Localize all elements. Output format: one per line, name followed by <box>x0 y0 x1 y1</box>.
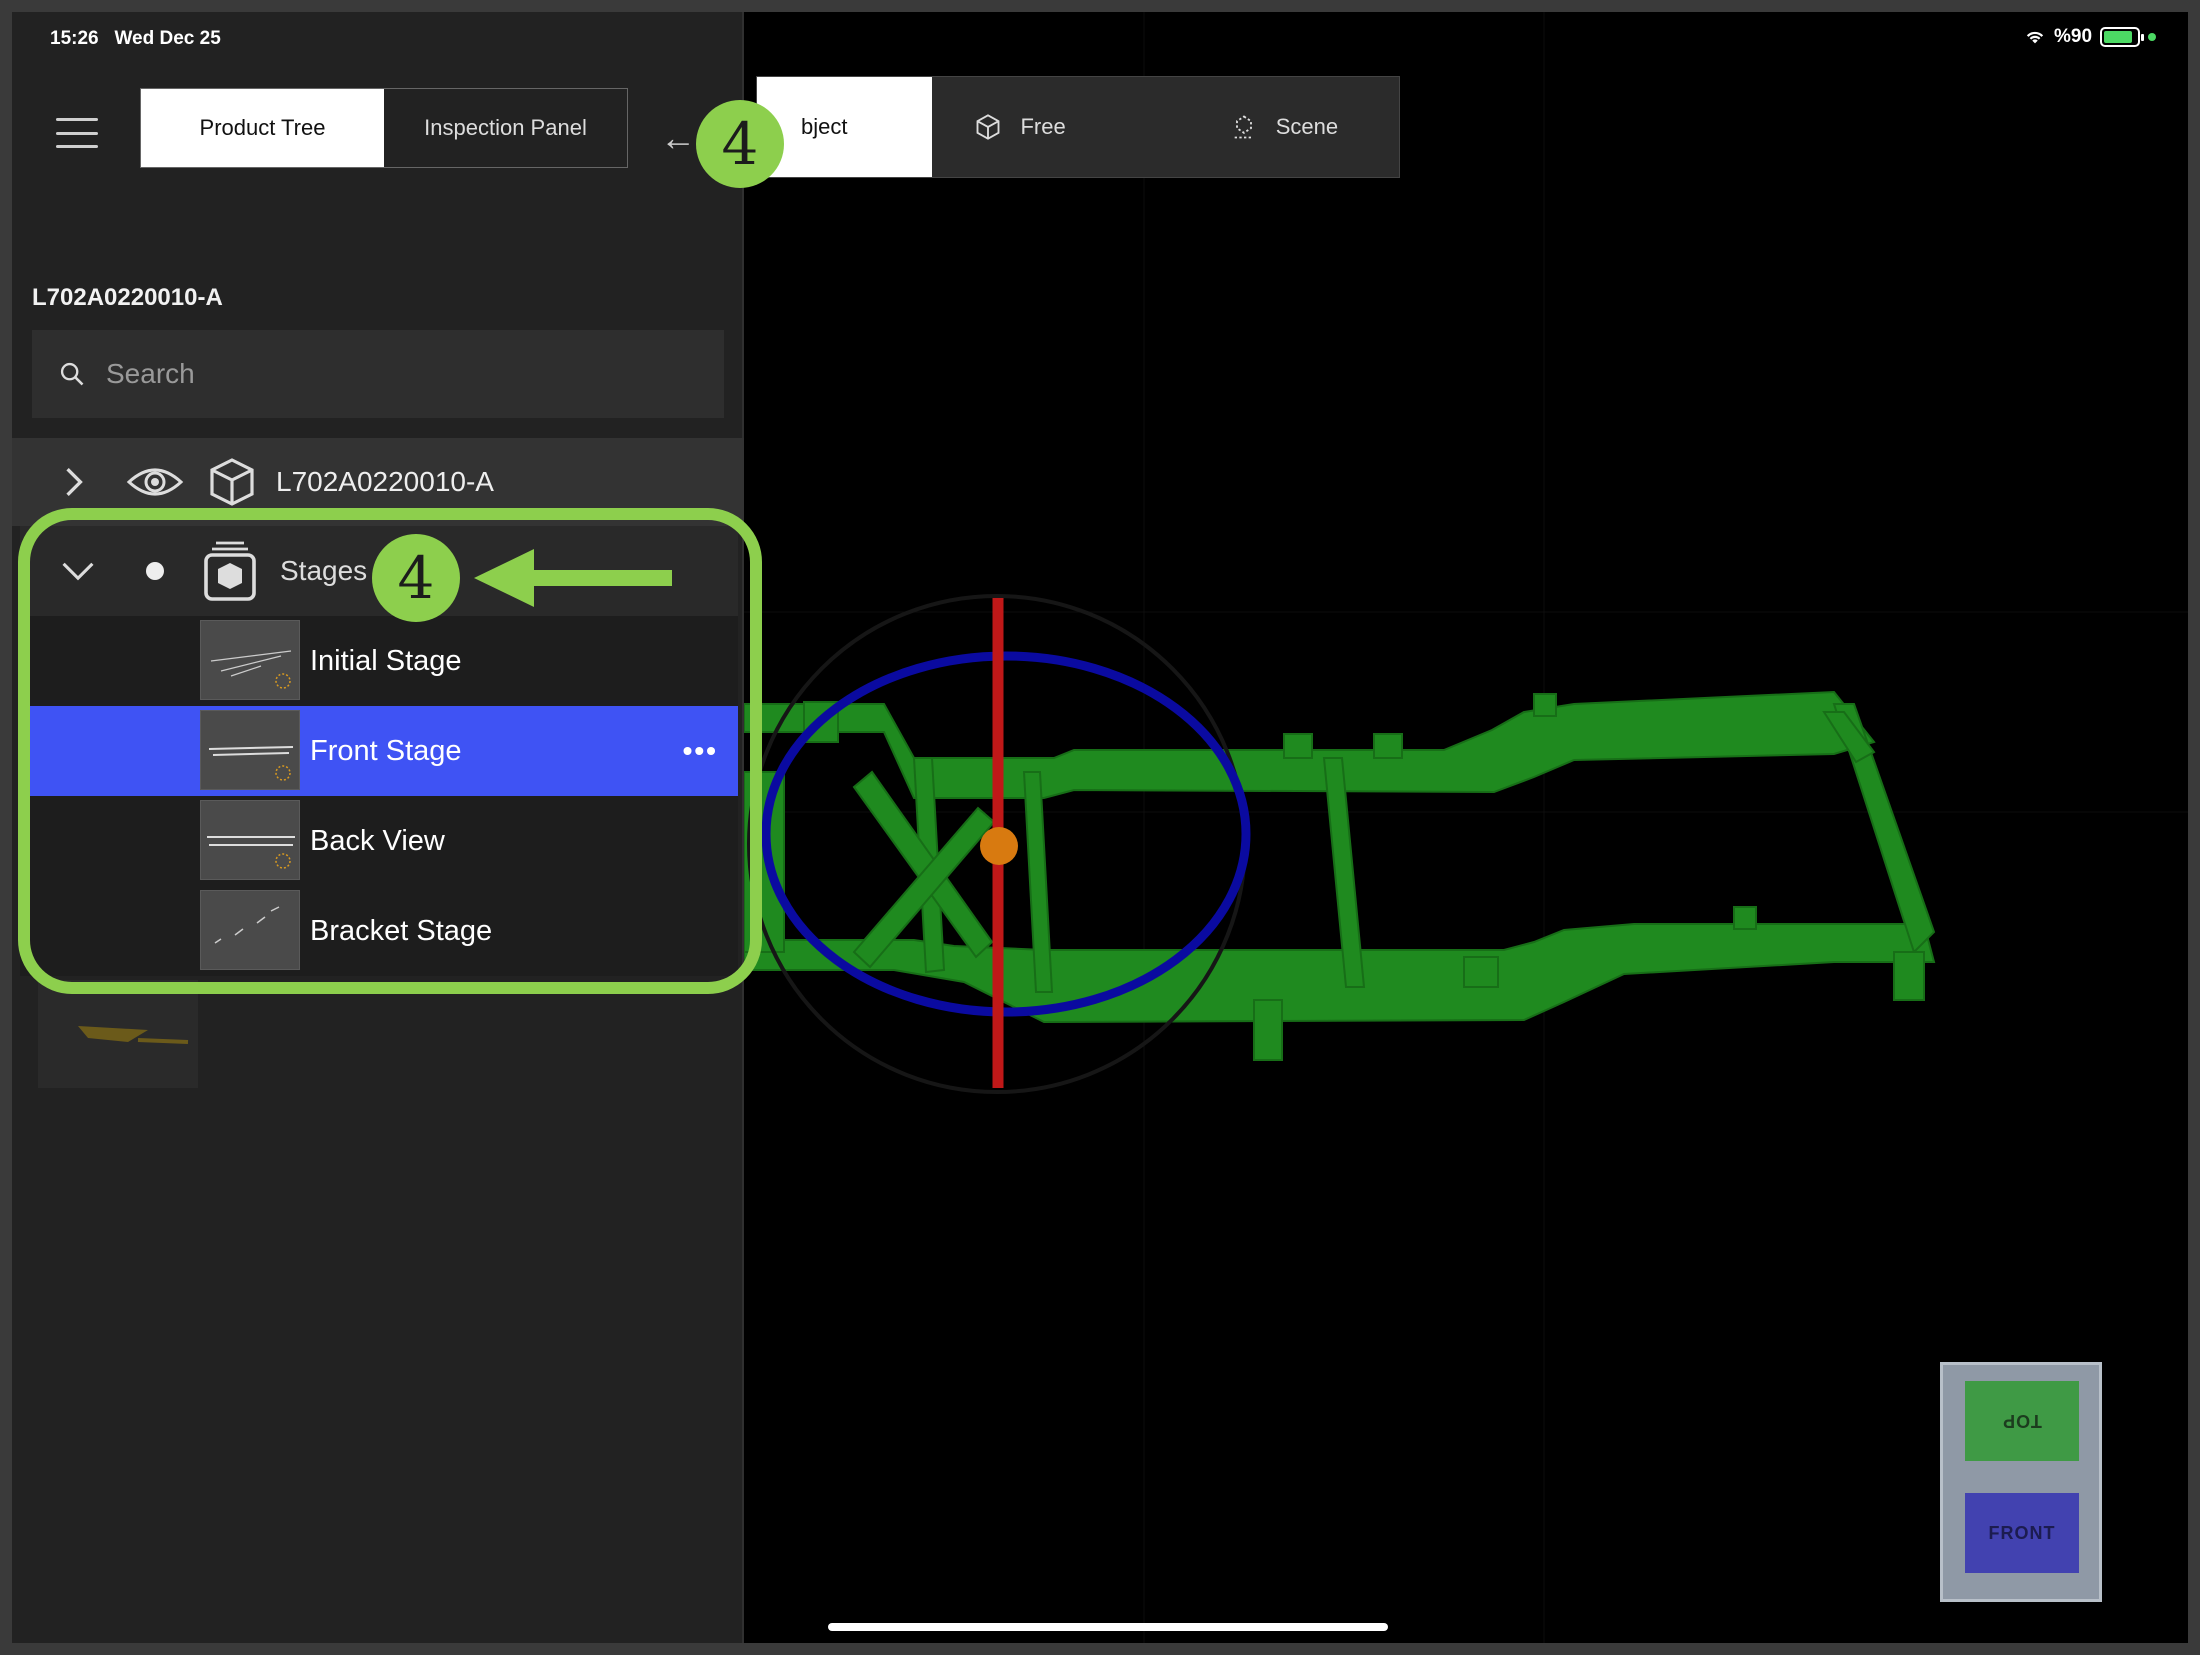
document-title: L702A0220010-A <box>32 284 223 311</box>
stage-item-front[interactable]: Front Stage ••• <box>20 706 738 796</box>
chevron-down-icon[interactable] <box>60 559 96 583</box>
mode-tab-free[interactable]: Free <box>932 77 1167 177</box>
more-options-icon[interactable]: ••• <box>683 735 718 767</box>
mode-tab-object[interactable]: bject <box>757 77 933 177</box>
status-bar-left: 15:26 Wed Dec 25 <box>50 28 221 50</box>
cube-icon <box>977 114 1000 140</box>
view-cube-front[interactable]: FRONT <box>1965 1493 2079 1573</box>
home-indicator <box>828 1623 1388 1631</box>
stage-thumbnail <box>200 800 300 880</box>
eye-icon[interactable] <box>126 462 184 502</box>
stage-label: Initial Stage <box>310 644 462 677</box>
screen: bject Free Scene TOP FRONT %90 15:26 Wed… <box>12 12 2188 1643</box>
stage-label: Bracket Stage <box>310 914 493 947</box>
view-cube-top[interactable]: TOP <box>1965 1381 2079 1461</box>
search-icon <box>60 362 84 386</box>
status-bar-right: %90 <box>2024 26 2157 48</box>
stages-icon <box>204 541 256 601</box>
gizmo-center-handle[interactable] <box>980 827 1018 865</box>
status-date: Wed Dec 25 <box>114 28 221 49</box>
faded-thumbnail <box>38 980 198 1088</box>
stages-label: Stages <box>280 555 368 586</box>
stage-item-initial[interactable]: Initial Stage <box>20 616 738 706</box>
device-frame: bject Free Scene TOP FRONT %90 15:26 Wed… <box>0 0 2200 1655</box>
arrow-left-icon[interactable]: ← <box>660 120 696 156</box>
stage-label: Front Stage <box>310 734 462 767</box>
annotation-step-badge: 4 <box>372 534 460 622</box>
tree-root-label: L702A0220010-A <box>276 466 494 497</box>
stage-item-back-view[interactable]: Back View <box>20 796 738 886</box>
panel-switcher: Product Tree Inspection Panel <box>140 88 628 168</box>
tab-product-tree[interactable]: Product Tree <box>141 89 384 167</box>
camera-indicator-dot <box>2148 33 2157 41</box>
view-mode-bar: bject Free Scene <box>756 76 1400 178</box>
stage-label: Back View <box>310 824 445 857</box>
annotation-arrow-icon <box>474 549 672 607</box>
stage-thumbnail <box>200 890 300 970</box>
mode-tab-scene[interactable]: Scene <box>1168 77 1399 177</box>
mode-free-label: Free <box>1020 114 1066 139</box>
tab-inspection-panel[interactable]: Inspection Panel <box>384 89 627 167</box>
chevron-right-icon[interactable] <box>60 464 88 500</box>
stage-thumbnail <box>200 620 300 700</box>
view-cube[interactable]: TOP FRONT <box>1940 1362 2102 1602</box>
cube-icon <box>210 458 254 506</box>
hamburger-menu-icon[interactable] <box>56 118 98 148</box>
battery-percent: %90 <box>2054 26 2093 47</box>
status-time: 15:26 <box>50 28 99 49</box>
visibility-dot-icon[interactable] <box>146 562 164 580</box>
search-bar[interactable] <box>32 330 724 418</box>
battery-icon <box>2100 27 2145 47</box>
mode-object-label: bject <box>801 114 848 139</box>
mode-scene-label: Scene <box>1275 114 1339 139</box>
stage-thumbnail <box>200 710 300 790</box>
tree-item-root[interactable]: L702A0220010-A <box>12 438 744 526</box>
sidebar-panel: 15:26 Wed Dec 25 Product Tree Inspection… <box>12 12 744 1643</box>
wifi-icon <box>2026 31 2044 44</box>
stage-item-bracket[interactable]: Bracket Stage <box>20 886 738 976</box>
scene-icon <box>1234 115 1254 139</box>
search-input[interactable] <box>106 358 666 390</box>
annotation-step-badge: 4 <box>696 100 784 188</box>
